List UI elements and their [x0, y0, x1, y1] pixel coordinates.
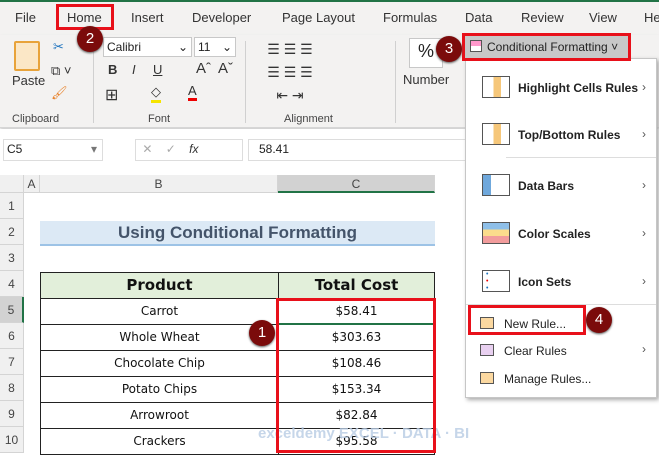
borders-icon[interactable]: ⊞ — [105, 85, 118, 105]
tab-page-layout[interactable]: Page Layout — [282, 10, 355, 25]
sheet-title[interactable]: Using Conditional Formatting — [40, 221, 435, 246]
product-cell[interactable]: Chocolate Chip — [40, 350, 279, 377]
manage-rules-icon — [480, 372, 494, 384]
menu-highlight-cells-rules[interactable]: Highlight Cells Rules › — [466, 76, 656, 100]
column-header-b[interactable]: B — [40, 175, 278, 193]
cut-icon[interactable]: ✂ — [53, 39, 64, 55]
italic-button[interactable]: I — [132, 62, 136, 77]
step-4-highlight — [468, 305, 586, 335]
fill-color-icon[interactable]: ◇ — [151, 84, 161, 103]
step-badge-3: 3 — [436, 36, 462, 62]
menu-label: Clear Rules — [504, 344, 567, 358]
menu-label: Top/Bottom Rules — [518, 128, 621, 142]
row-header-4[interactable]: 4 — [0, 271, 24, 297]
step-badge-1: 1 — [249, 320, 275, 346]
menu-clear-rules[interactable]: Clear Rules › — [466, 342, 656, 360]
header-product[interactable]: Product — [40, 272, 279, 299]
tab-insert[interactable]: Insert — [131, 10, 164, 25]
font-size-select[interactable]: 11 ⌄ — [194, 37, 236, 57]
step-3-highlight — [462, 33, 631, 61]
font-size-value: 11 — [198, 40, 211, 54]
row-header-5[interactable]: 5 — [0, 297, 24, 323]
step-badge-4: 4 — [586, 307, 612, 333]
step-badge-2: 2 — [77, 26, 103, 52]
tab-file[interactable]: File — [15, 10, 36, 25]
menu-icon-sets[interactable]: • • • Icon Sets › — [466, 270, 656, 294]
font-color-icon[interactable]: A — [188, 83, 197, 101]
format-painter-icon[interactable]: 🖌 — [51, 85, 68, 101]
icon-sets-icon: • • • — [482, 270, 510, 292]
menu-label: Highlight Cells Rules — [518, 81, 639, 95]
tab-formulas[interactable]: Formulas — [383, 10, 437, 25]
formula-input[interactable]: 58.41 — [248, 139, 468, 161]
tab-help[interactable]: He — [644, 10, 659, 25]
number-group-button[interactable]: Number — [403, 72, 449, 87]
menu-manage-rules[interactable]: Manage Rules... — [466, 370, 656, 388]
row-header-10[interactable]: 10 — [0, 427, 24, 453]
menu-color-scales[interactable]: Color Scales › — [466, 222, 656, 246]
group-label-alignment: Alignment — [284, 113, 333, 125]
header-total-cost[interactable]: Total Cost — [278, 272, 435, 299]
product-cell[interactable]: Potato Chips — [40, 376, 279, 403]
fx-icon[interactable]: fx — [189, 142, 198, 156]
menu-label: Manage Rules... — [504, 372, 592, 386]
formula-actions: ✕ ✓ fx — [135, 139, 243, 161]
menu-data-bars[interactable]: Data Bars › — [466, 174, 656, 198]
name-box[interactable]: C5 ▾ — [3, 139, 103, 161]
tab-data[interactable]: Data — [465, 10, 492, 25]
tab-review[interactable]: Review — [521, 10, 564, 25]
product-cell[interactable]: Carrot — [40, 298, 279, 325]
row-header-8[interactable]: 8 — [0, 375, 24, 401]
product-cell[interactable]: Whole Wheat — [40, 324, 279, 351]
row-header-3[interactable]: 3 — [0, 245, 24, 271]
menu-label: Icon Sets — [518, 275, 572, 289]
column-header-a[interactable]: A — [24, 175, 40, 193]
product-cell[interactable]: Arrowroot — [40, 402, 279, 429]
font-name-select[interactable]: Calibri ⌄ — [103, 37, 192, 57]
font-grow-icon[interactable]: Aˆ — [196, 60, 211, 77]
menu-label: Data Bars — [518, 179, 575, 193]
paste-icon[interactable] — [14, 41, 40, 71]
product-cell[interactable]: Crackers — [40, 428, 279, 455]
underline-button[interactable]: U — [153, 62, 162, 77]
tab-view[interactable]: View — [589, 10, 617, 25]
step-1-highlight — [276, 298, 436, 453]
row-header-1[interactable]: 1 — [0, 193, 24, 219]
font-shrink-icon[interactable]: Aˇ — [218, 60, 233, 77]
alignment-buttons[interactable]: ☰ ☰ ☰ ☰ ☰ ☰ ⇤ ⇥ — [255, 38, 325, 107]
data-bars-icon — [482, 174, 510, 196]
bold-button[interactable]: B — [108, 62, 117, 77]
paste-button[interactable]: Paste — [12, 73, 45, 88]
row-header-2[interactable]: 2 — [0, 219, 24, 245]
copy-icon[interactable]: ⧉ ˅ — [51, 63, 72, 79]
conditional-formatting-menu: Highlight Cells Rules › Top/Bottom Rules ›… — [465, 58, 657, 398]
font-name-value: Calibri — [107, 40, 142, 54]
row-header-7[interactable]: 7 — [0, 349, 24, 375]
column-header-c[interactable]: C — [278, 175, 435, 193]
clear-rules-icon — [480, 344, 494, 356]
top-bottom-icon — [482, 123, 510, 145]
name-box-value: C5 — [7, 142, 23, 156]
select-all[interactable] — [0, 175, 24, 193]
highlight-cells-icon — [482, 76, 510, 98]
row-header-6[interactable]: 6 — [0, 323, 24, 349]
menu-label: Color Scales — [518, 227, 591, 241]
menu-top-bottom-rules[interactable]: Top/Bottom Rules › — [466, 123, 656, 147]
group-label-clipboard: Clipboard — [12, 113, 60, 125]
color-scales-icon — [482, 222, 510, 244]
tab-developer[interactable]: Developer — [192, 10, 251, 25]
row-header-9[interactable]: 9 — [0, 401, 24, 427]
group-label-font: Font — [148, 113, 171, 125]
